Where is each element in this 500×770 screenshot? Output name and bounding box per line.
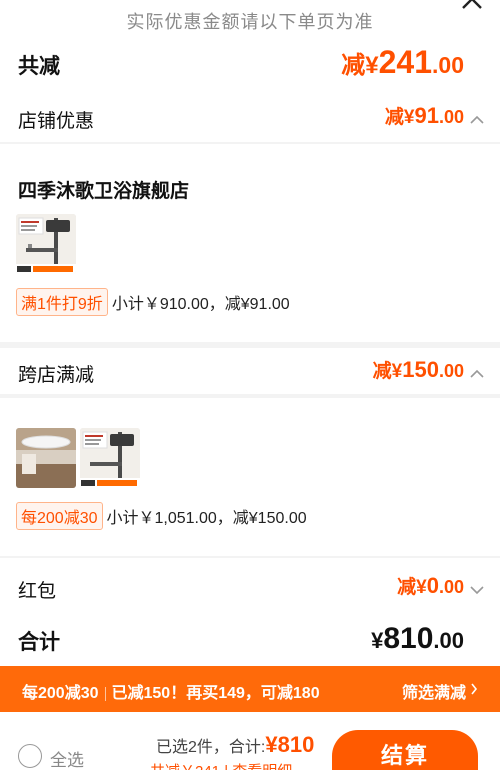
promo-bar-text: 每200减30 已减150！再买149，可减180 <box>22 685 320 702</box>
product-thumbnail-shower[interactable] <box>80 428 140 488</box>
total-discount-amount: 减¥241.00 <box>341 44 464 80</box>
discount-notice: 实际优惠金额请以下单页为准 <box>126 12 374 32</box>
total-discount-label: 共减 <box>18 55 60 78</box>
red-packet-title: 红包 <box>18 581 57 602</box>
product-thumbnail-ceiling-light[interactable] <box>16 428 76 488</box>
shop-discount-header[interactable]: 店铺优惠 减¥91.00 <box>0 94 500 140</box>
total-discount-row: 共减 减¥241.00 <box>0 44 500 90</box>
shop-promo-line: 满1件打9折 小计￥910.00，减¥91.00 <box>16 288 290 316</box>
cross-store-promo-line: 每200减30 小计￥1,051.00，减¥150.00 <box>16 502 307 530</box>
close-icon[interactable] <box>460 0 486 14</box>
cross-store-discount-title: 跨店满减 <box>18 365 95 386</box>
shop-discount-title: 店铺优惠 <box>18 111 95 132</box>
cross-store-discount-header[interactable]: 跨店满减 减¥150.00 <box>0 348 500 394</box>
red-packet-amount: 减¥0.00 <box>397 573 464 598</box>
shop-discount-amount: 减¥91.00 <box>384 103 464 128</box>
shop-promo-tag: 满1件打9折 <box>16 288 108 316</box>
grand-total-amount: ¥810.00 <box>371 622 464 655</box>
chevron-down-icon[interactable] <box>470 582 484 595</box>
cross-store-discount-amount: 减¥150.00 <box>372 357 464 382</box>
shop-name: 四季沐歌卫浴旗舰店 <box>18 181 190 202</box>
chevron-up-icon[interactable] <box>470 366 484 378</box>
selected-summary: 已选2件，合计:¥810 <box>156 732 315 757</box>
checkout-footer: 全选 已选2件，合计:¥810 共减￥241 | 查看明细 结算 <box>0 712 500 770</box>
product-thumbnail-shower[interactable] <box>16 214 76 274</box>
shop-card: 四季沐歌卫浴旗舰店 满1件打9折 小计￥910.00，减¥91.00 <box>0 144 500 342</box>
grand-total-label: 合计 <box>18 631 60 654</box>
cross-store-subtotal: 小计￥1,051.00，减¥150.00 <box>106 510 307 527</box>
chevron-right-icon <box>470 682 478 700</box>
shop-subtotal: 小计￥910.00，减¥91.00 <box>111 296 290 313</box>
select-all-radio[interactable] <box>18 744 42 768</box>
cross-store-promo-tag: 每200减30 <box>16 502 103 530</box>
checkout-button[interactable]: 结算 <box>332 730 478 770</box>
cross-store-promo-bar: 每200减30 已减150！再买149，可减180 筛选满减 <box>0 666 500 712</box>
view-detail-link[interactable]: 共减￥241 | 查看明细 <box>150 760 292 770</box>
red-packet-header[interactable]: 红包 减¥0.00 <box>0 564 500 610</box>
filter-promo-link[interactable]: 筛选满减 <box>402 679 478 703</box>
chevron-up-icon[interactable] <box>470 112 484 124</box>
cross-store-card: 每200减30 小计￥1,051.00，减¥150.00 <box>0 398 500 556</box>
select-all-label[interactable]: 全选 <box>50 746 84 770</box>
